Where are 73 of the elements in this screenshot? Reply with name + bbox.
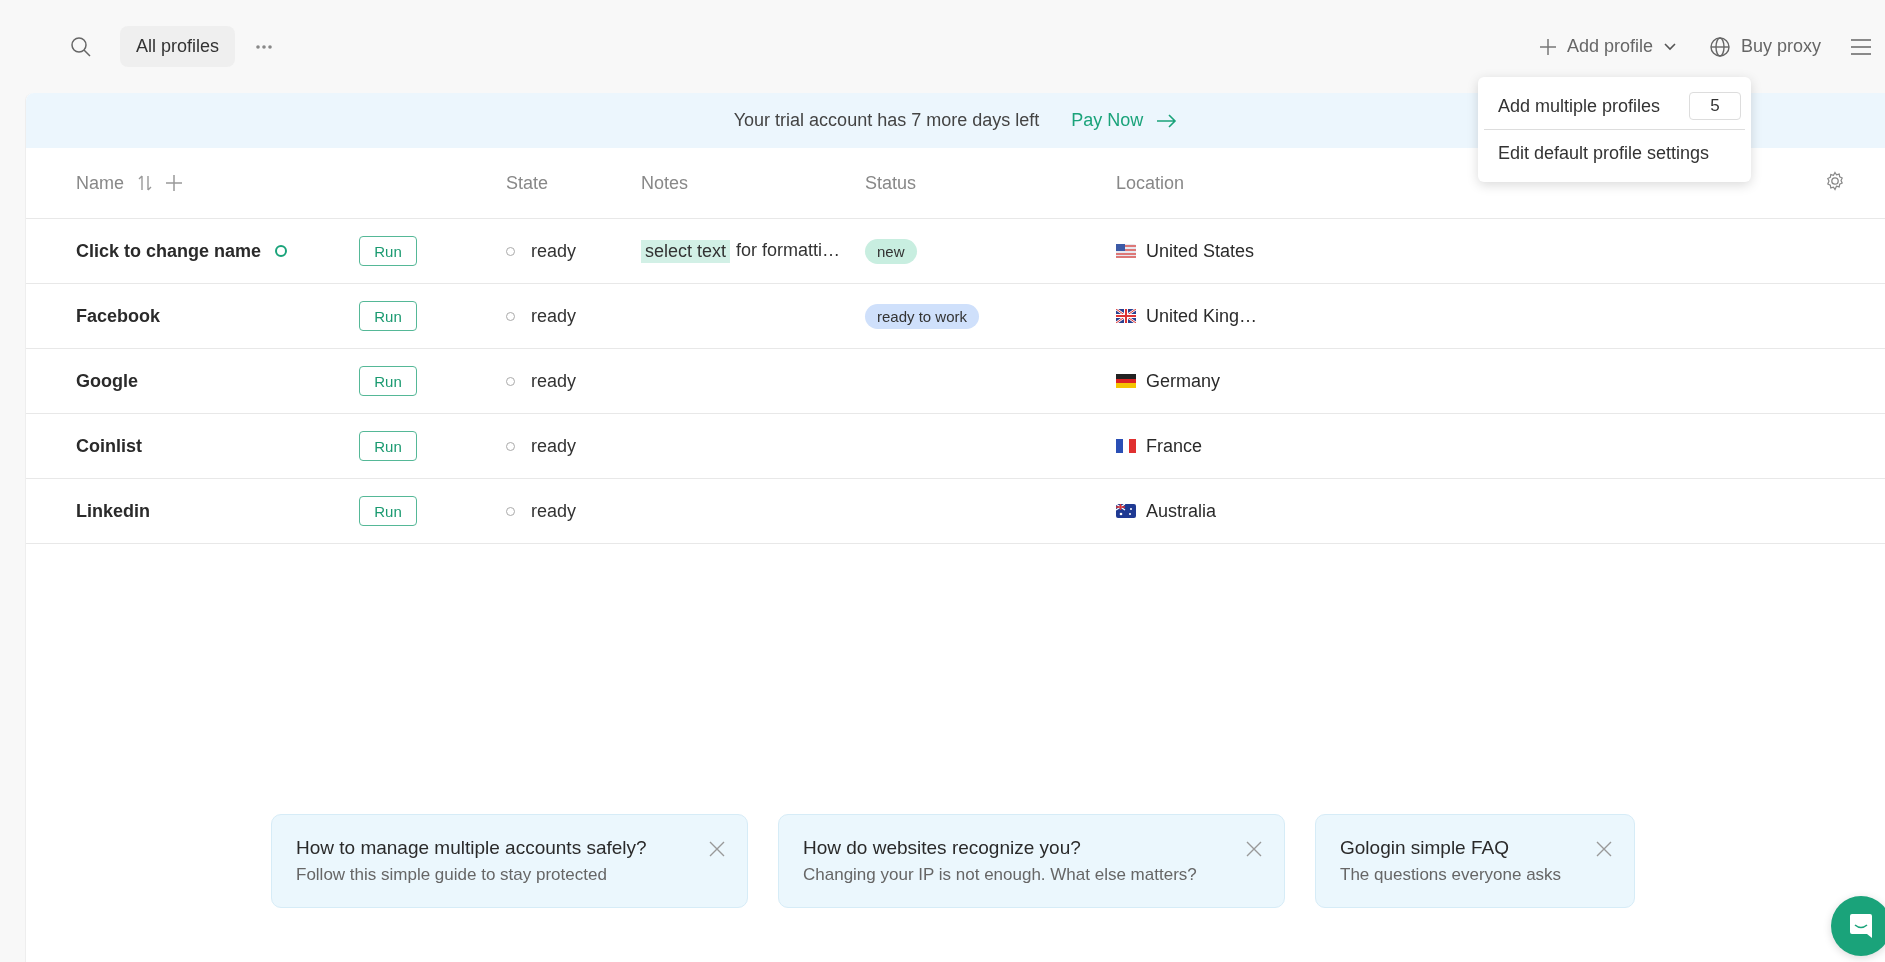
tip-title: How to manage multiple accounts safely?: [296, 837, 647, 859]
plus-icon: [1538, 37, 1557, 56]
column-header: Notes: [641, 172, 689, 193]
tip-title: How do websites recognize you?: [803, 837, 1082, 859]
state-text: ready: [531, 240, 577, 262]
run-button[interactable]: Run: [359, 236, 417, 266]
menu-icon: [1851, 38, 1871, 55]
location-text: United King…: [1146, 305, 1258, 327]
filter-tab[interactable]: All profiles: [120, 26, 236, 67]
add-profile-button[interactable]: Add profile: [1538, 36, 1677, 57]
menu-item[interactable]: Add multiple profiles 5: [1478, 83, 1751, 129]
globe-icon: [1708, 35, 1731, 58]
sort-icon[interactable]: [138, 175, 152, 191]
flag-icon: [1116, 374, 1136, 388]
menu-item-label: Edit default profile settings: [1498, 142, 1710, 164]
column-header: Name: [76, 172, 124, 194]
tip-card[interactable]: How do websites recognize you? Changing your IP is not enough. What else matters?: [778, 814, 1285, 908]
profile-name[interactable]: Coinlist: [76, 435, 142, 457]
close-button[interactable]: [1596, 841, 1612, 857]
menu-item-label: Add multiple profiles: [1498, 95, 1661, 117]
flag-icon: [1116, 244, 1136, 258]
close-button[interactable]: [709, 841, 725, 857]
close-icon: [709, 841, 725, 857]
location-text: France: [1146, 435, 1203, 457]
count-field[interactable]: 5: [1689, 92, 1741, 120]
more-button[interactable]: [255, 43, 274, 50]
tip-title: Gologin simple FAQ: [1340, 837, 1510, 859]
column-header: Location: [1116, 172, 1185, 193]
run-button[interactable]: Run: [359, 496, 417, 526]
chat-button[interactable]: [1831, 896, 1885, 956]
search-button[interactable]: [70, 35, 92, 58]
close-icon: [1596, 841, 1612, 857]
tip-description: Changing your IP is not enough. What else matters?: [803, 865, 1197, 885]
arrow-right-icon: [1157, 113, 1178, 128]
chevron-down-icon: [1662, 42, 1677, 51]
location-text: United States: [1146, 240, 1255, 262]
trial-message: Your trial account has 7 more days left: [733, 110, 1040, 131]
run-button[interactable]: Run: [359, 366, 417, 396]
tip-description: Follow this simple guide to stay protected: [296, 865, 608, 885]
note-text: for formatti…: [736, 239, 841, 262]
state-text: ready: [531, 435, 577, 457]
flag-icon: [1116, 309, 1136, 323]
buy-proxy-button[interactable]: Buy proxy: [1708, 35, 1821, 58]
status-badge: new: [865, 238, 917, 264]
close-button[interactable]: [1246, 841, 1262, 857]
state-text: ready: [531, 500, 577, 522]
column-header: Status: [865, 172, 917, 193]
more-icon: [255, 43, 274, 50]
plus-icon[interactable]: [166, 175, 182, 191]
tip-description: The questions everyone asks: [1340, 865, 1562, 885]
menu-item[interactable]: Edit default profile settings: [1484, 129, 1745, 176]
settings-icon[interactable]: [1825, 170, 1845, 191]
column-header: State: [506, 172, 549, 193]
location-text: Germany: [1146, 370, 1221, 392]
location-text: Australia: [1146, 500, 1217, 522]
run-button[interactable]: Run: [359, 301, 417, 331]
menu-button[interactable]: [1851, 38, 1871, 55]
profile-name[interactable]: Click to change name: [76, 240, 262, 262]
tip-card[interactable]: Gologin simple FAQ The questions everyone asks: [1315, 814, 1635, 908]
flag-icon: [1116, 504, 1136, 518]
highlighted-text: select text: [641, 239, 731, 263]
tip-card[interactable]: How to manage multiple accounts safely? Follow this simple guide to stay protected: [271, 814, 748, 908]
profile-name[interactable]: Linkedin: [76, 500, 150, 522]
profile-name[interactable]: Facebook: [76, 305, 161, 327]
close-icon: [1246, 841, 1262, 857]
profile-name[interactable]: Google: [76, 370, 138, 392]
state-text: ready: [531, 370, 577, 392]
flag-icon: [1116, 439, 1136, 453]
status-badge: ready to work: [865, 303, 980, 329]
chat-icon: [1849, 913, 1873, 939]
search-icon: [70, 35, 92, 58]
run-button[interactable]: Run: [359, 431, 417, 461]
state-text: ready: [531, 305, 577, 327]
